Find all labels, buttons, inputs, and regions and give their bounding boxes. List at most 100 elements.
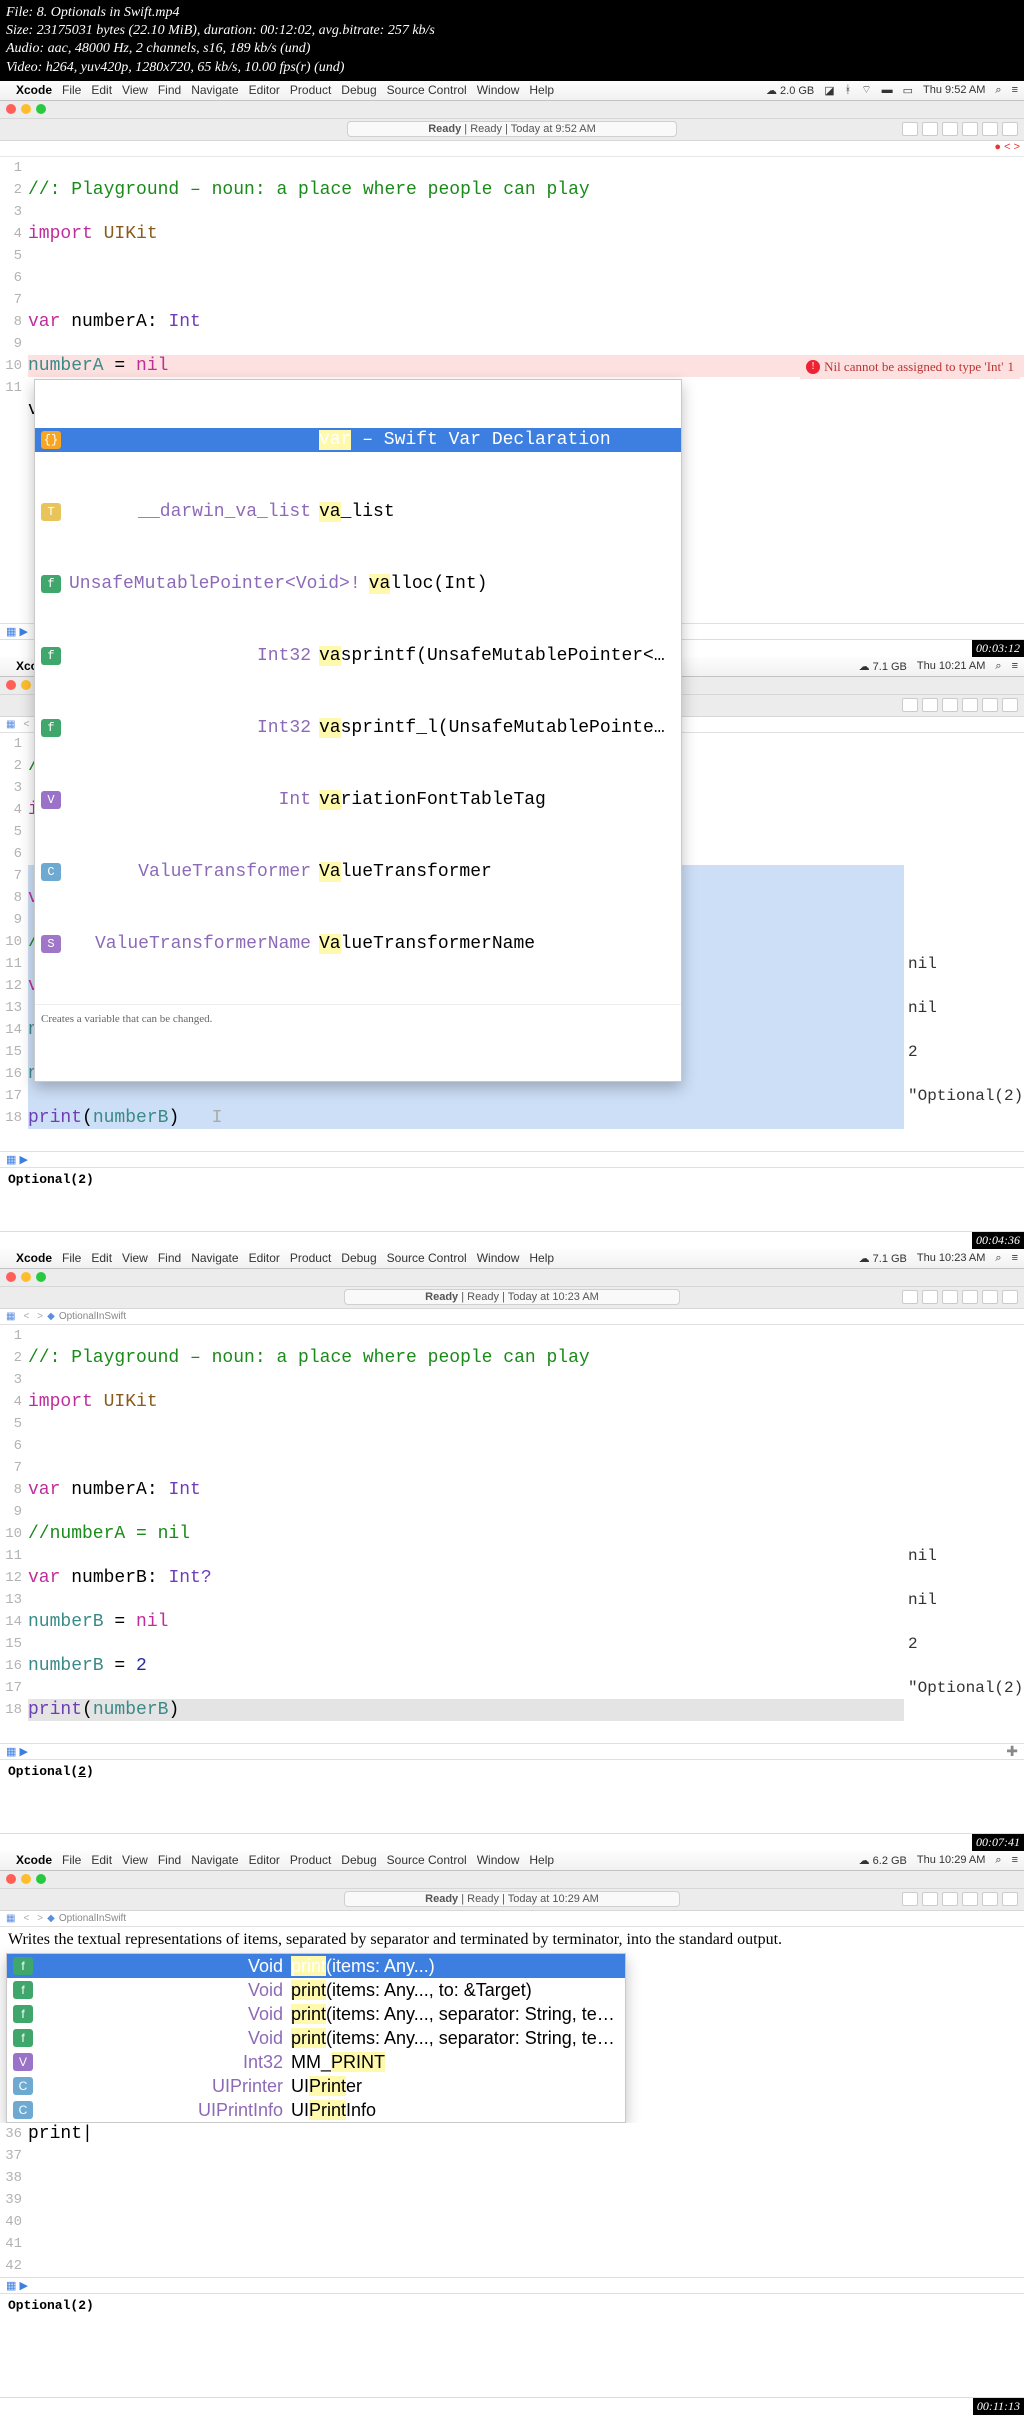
results-sidebar: nil nil 2 "Optional(2)\n" xyxy=(904,733,1024,1151)
ac-row[interactable]: VInt32MM_PRINT xyxy=(7,2050,625,2074)
console-output[interactable]: Optional(2) xyxy=(0,1167,1024,1191)
error-banner[interactable]: !Nil cannot be assigned to type 'Int' 1 xyxy=(800,355,1020,379)
editor-mode-assistant[interactable] xyxy=(922,122,938,136)
menu-view[interactable]: View xyxy=(122,83,148,97)
keyword-nil: nil xyxy=(136,356,168,376)
kind-icon: S xyxy=(41,935,61,953)
typed-text: print xyxy=(28,2124,82,2144)
results-sidebar: nil nil 2 "Optional(2)\n" xyxy=(904,1325,1024,1743)
ac-row-selected[interactable]: fVoidprint(items: Any...) xyxy=(7,1954,625,1978)
autocomplete-popup[interactable]: {}var – Swift Var Declaration T__darwin_… xyxy=(34,379,682,1082)
ac-row[interactable]: CUIPrinterUIPrinter xyxy=(7,2074,625,2098)
menu-product[interactable]: Product xyxy=(290,83,331,97)
size-line: Size: 23175031 bytes (22.10 MiB), durati… xyxy=(6,22,1018,40)
kind-icon: f xyxy=(41,719,61,737)
editor-mode-version[interactable] xyxy=(942,122,958,136)
ident: numberA xyxy=(28,356,104,376)
spotlight-icon[interactable]: ⌕ xyxy=(995,84,1001,97)
menu-find[interactable]: Find xyxy=(158,83,181,97)
menu-sourcecontrol[interactable]: Source Control xyxy=(387,83,467,97)
audio-line: Audio: aac, 48000 Hz, 2 channels, s16, 1… xyxy=(6,40,1018,58)
menu-icon[interactable]: ≡ xyxy=(1012,84,1018,96)
menu-window[interactable]: Window xyxy=(477,83,520,97)
ac-row-selected[interactable]: {}var – Swift Var Declaration xyxy=(35,428,681,452)
kind-icon: T xyxy=(41,503,61,521)
debug-bar[interactable]: ▦ ▶ xyxy=(0,1151,1024,1167)
ac-row[interactable]: CUIPrintInfoUIPrintInfo xyxy=(7,2098,625,2122)
bluetooth-icon[interactable]: ᚼ xyxy=(845,84,852,96)
ac-row[interactable]: SValueTransformerNameValueTransformerNam… xyxy=(35,932,681,956)
menu-debug[interactable]: Debug xyxy=(341,83,376,97)
ac-row[interactable]: VIntvariationFontTableTag xyxy=(35,788,681,812)
close-window[interactable] xyxy=(6,104,16,114)
screenshot-4: Xcode FileEditViewFindNavigateEditorProd… xyxy=(0,1851,1024,2398)
panel-left[interactable] xyxy=(962,122,978,136)
debug-bar[interactable]: ▦ ▶ ✚ xyxy=(0,1743,1024,1759)
ac-row[interactable]: fVoidprint(items: Any..., separator: Str… xyxy=(7,2026,625,2050)
ac-row[interactable]: CValueTransformerValueTransformer xyxy=(35,860,681,884)
autocomplete-popup[interactable]: fVoidprint(items: Any...) fVoidprint(ite… xyxy=(6,1953,626,2123)
menubar[interactable]: Xcode File Edit View Find Navigate Edito… xyxy=(0,81,1024,101)
kind-icon: {} xyxy=(41,431,61,449)
panel-bottom[interactable] xyxy=(982,122,998,136)
spotlight-icon[interactable]: ⌕ xyxy=(995,660,1001,673)
code-editor[interactable]: 1234567891011 //: Playground – noun: a p… xyxy=(0,157,1024,443)
debug-bar[interactable]: ▦ ▶ xyxy=(0,2277,1024,2293)
doc-icon: ▦ xyxy=(6,719,15,730)
adobe-icon[interactable]: ◪ xyxy=(824,84,834,97)
error-message: Nil cannot be assigned to type 'Int' xyxy=(824,356,1003,378)
timestamp: 00:04:36 xyxy=(972,1232,1024,1249)
result: "Optional(2)\n" xyxy=(908,1085,1024,1107)
minimize-window[interactable] xyxy=(21,104,31,114)
add-button[interactable]: ✚ xyxy=(1006,1743,1018,1760)
flag-icon[interactable]: ▬ xyxy=(882,84,893,96)
console-output: Optional(2) xyxy=(0,1759,1024,1783)
ac-row[interactable]: fInt32vasprintf(UnsafeMutablePointer<Uns… xyxy=(35,644,681,668)
editor-mode-standard[interactable] xyxy=(902,122,918,136)
code-area[interactable]: //: Playground – noun: a place where peo… xyxy=(28,157,1024,443)
menu-icon[interactable]: ≡ xyxy=(1012,660,1018,672)
console-output: Optional(2) xyxy=(0,2293,1024,2317)
menu-navigate[interactable]: Navigate xyxy=(191,83,238,97)
ac-row[interactable]: fVoidprint(items: Any..., separator: Str… xyxy=(7,2002,625,2026)
result: nil xyxy=(908,997,1024,1019)
keyword-var: var xyxy=(28,312,60,332)
wifi-icon[interactable]: ⌔ xyxy=(861,83,871,97)
ac-description: Writes the textual representations of it… xyxy=(0,1927,1024,1953)
timestamp: 00:03:12 xyxy=(972,640,1024,657)
panel-right[interactable] xyxy=(1002,122,1018,136)
keyword-import: import xyxy=(28,224,93,244)
kind-icon: f xyxy=(41,647,61,665)
video-line: Video: h264, yuv420p, 1280x720, 65 kb/s,… xyxy=(6,59,1018,77)
battery-icon[interactable]: ▭ xyxy=(903,84,913,97)
toolbar: Ready | Ready | Today at 9:52 AM xyxy=(0,119,1024,141)
module-uikit: UIKit xyxy=(104,224,158,244)
error-count-icon[interactable]: ● < > xyxy=(994,141,1020,153)
zoom-window[interactable] xyxy=(36,104,46,114)
error-icon: ! xyxy=(806,360,820,374)
memory-indicator: ☁ 7.1 GB xyxy=(859,660,907,673)
clock[interactable]: Thu 10:21 AM xyxy=(917,660,986,672)
menu-edit[interactable]: Edit xyxy=(91,83,112,97)
screenshot-1: Xcode File Edit View Find Navigate Edito… xyxy=(0,81,1024,640)
tab-bar: ● < > xyxy=(0,141,1024,157)
type-int: Int xyxy=(168,312,200,332)
memory-indicator: ☁ 2.0 GB xyxy=(766,84,814,97)
code-editor[interactable]: 123456789101112131415161718 //: Playgrou… xyxy=(0,1325,1024,1743)
kind-icon: f xyxy=(41,575,61,593)
ac-row[interactable]: fVoidprint(items: Any..., to: &Target) xyxy=(7,1978,625,2002)
clock[interactable]: Thu 9:52 AM xyxy=(923,84,985,96)
ac-row[interactable]: fInt32vasprintf_l(UnsafeMutablePointer<U… xyxy=(35,716,681,740)
menu-editor[interactable]: Editor xyxy=(249,83,280,97)
app-name[interactable]: Xcode xyxy=(16,83,52,97)
timestamp: 00:11:13 xyxy=(973,2398,1024,2415)
menu-file[interactable]: File xyxy=(62,83,81,97)
menu-help[interactable]: Help xyxy=(529,83,554,97)
kind-icon: V xyxy=(41,791,61,809)
line-gutter: 1234567891011 xyxy=(0,157,28,443)
var-name: numberA: xyxy=(71,312,157,332)
comment: //: Playground – noun: a place where peo… xyxy=(28,180,590,200)
ac-row[interactable]: T__darwin_va_listva_list xyxy=(35,500,681,524)
code-editor[interactable]: 36373839404142 print| xyxy=(0,2123,1024,2277)
ac-row[interactable]: fUnsafeMutablePointer<Void>!valloc(Int) xyxy=(35,572,681,596)
